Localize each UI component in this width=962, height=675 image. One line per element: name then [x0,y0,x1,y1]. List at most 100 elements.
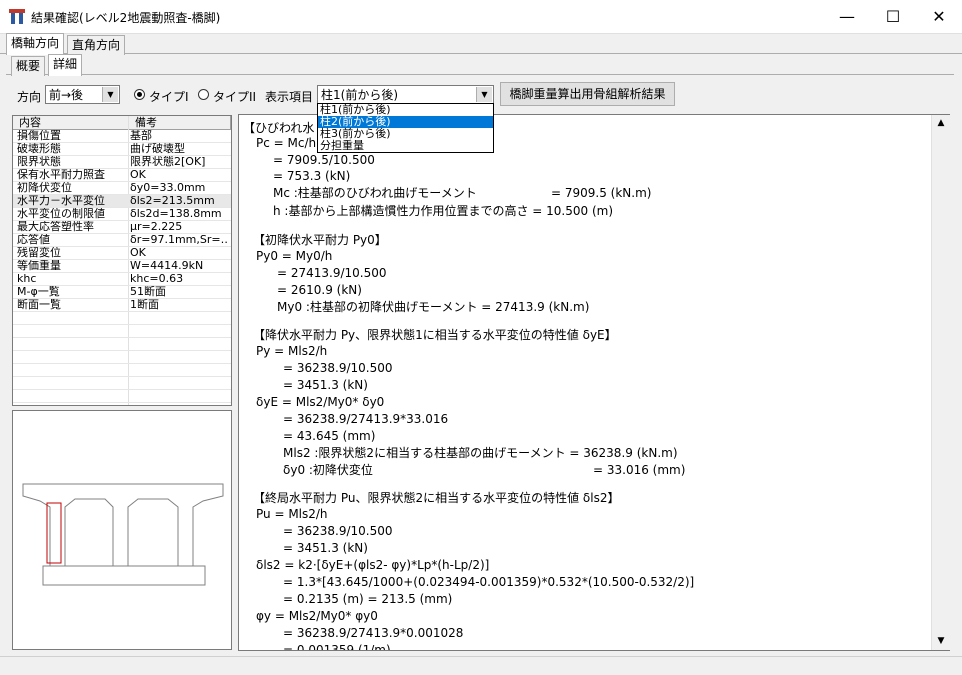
direction-label: 方向 [17,90,42,104]
table-row-empty[interactable] [13,390,231,403]
report-line: 【終局水平耐力 Pu、限界状態2に相当する水平変位の特性値 δls2】 [253,491,620,505]
grid-header-remarks[interactable]: 備考 [129,116,231,130]
table-cell-content: 損傷位置 [17,130,61,142]
result-grid[interactable]: 内容 備考 損傷位置 基部 破壊形態 曲げ破壊型 限界状態 限界状態2[OK] 保有水平耐力… [12,115,232,406]
table-row-empty[interactable] [13,325,231,338]
table-row[interactable]: 水平力－水平変位 δls2=213.5mm [13,195,231,208]
table-cell-remarks: δr=97.1mm,Sr=… [130,234,229,246]
display-item-select[interactable]: 柱1(前から後) ▼ [317,85,494,104]
report-line: h :基部から上部構造慣性力作用位置までの高さ = 10.500 (m) [273,204,614,218]
table-cell-remarks: δls2d=138.8mm [130,208,222,220]
report-line: = 753.3 (kN) [273,169,351,183]
report-line: = 7909.5 (kN.m) [551,186,652,200]
frame-analysis-button[interactable]: 橋脚重量算出用骨組解析結果 [500,82,675,106]
tab-summary[interactable]: 概要 [11,56,46,76]
direction-select[interactable]: 前→後 ▼ [45,85,120,104]
table-row[interactable]: 最大応答塑性率 μr=2.225 [13,221,231,234]
table-cell-content: 保有水平耐力照査 [17,169,105,181]
tab-perpendicular[interactable]: 直角方向 [67,35,126,55]
report-line: 【初降伏水平耐力 Py0】 [253,233,387,247]
report-line: = 3451.3 (kN) [283,541,368,555]
table-cell-content: khc [17,273,37,285]
table-cell-remarks: μr=2.225 [130,221,183,233]
display-item-value: 柱1(前から後) [321,88,398,102]
table-cell-remarks: 1断面 [130,299,159,311]
report-line: = 36238.9/10.500 [283,524,393,538]
table-row[interactable]: khc khc=0.63 [13,273,231,286]
table-cell-content: 水平変位の制限値 [17,208,105,220]
title-bar: 結果確認(レベル2地震動照査-橋脚) — ☐ ✕ [0,0,962,34]
table-cell-remarks: OK [130,169,146,181]
display-item-dropdown[interactable]: 柱1(前から後) 柱2(前から後) 柱3(前から後) 分担重量 [317,103,494,153]
status-bar [0,656,962,675]
table-row[interactable]: 初降伏変位 δy0=33.0mm [13,182,231,195]
report-line: My0 :柱基部の初降伏曲げモーメント = 27413.9 (kN.m) [277,300,590,314]
table-row[interactable]: 水平変位の制限値 δls2d=138.8mm [13,208,231,221]
table-row-empty[interactable] [13,377,231,390]
table-cell-content: M-φ一覧 [17,286,60,298]
table-row-empty[interactable] [13,338,231,351]
close-button[interactable]: ✕ [916,0,962,33]
report-line: δy0 :初降伏変位 [283,463,373,477]
report-line: = 7909.5/10.500 [273,153,375,167]
tab-detail[interactable]: 詳細 [48,54,83,76]
table-row[interactable]: 限界状態 限界状態2[OK] [13,156,231,169]
report-line: = 2610.9 (kN) [277,283,362,297]
report-line: = 33.016 (mm) [593,463,686,477]
report-line: Py = Mls2/h [256,344,328,358]
chevron-down-icon: ▼ [102,87,118,102]
grid-header-content[interactable]: 内容 [13,116,129,130]
tab-bridge-axis[interactable]: 橋軸方向 [6,33,65,55]
table-row[interactable]: 等価重量 W=4414.9kN [13,260,231,273]
report-line: = 0.2135 (m) = 213.5 (mm) [283,592,453,606]
table-row-empty[interactable] [13,351,231,364]
table-row[interactable]: M-φ一覧 51断面 [13,286,231,299]
dropdown-option[interactable]: 分担重量 [318,140,493,152]
report-line: Py0 = My0/h [256,249,333,263]
report-line: 【ひびわれ水 [243,121,315,135]
window-title: 結果確認(レベル2地震動照査-橋脚) [31,11,221,25]
report-line: Pc = Mc/h [256,136,317,150]
table-cell-remarks: 限界状態2[OK] [130,156,206,168]
table-cell-remarks: W=4414.9kN [130,260,204,272]
report-line: δyE = Mls2/My0* δy0 [256,395,385,409]
report-line: = 36238.9/10.500 [283,361,393,375]
report-line: = 27413.9/10.500 [277,266,387,280]
report-line: = 36238.9/27413.9*0.001028 [283,626,464,640]
table-row[interactable]: 保有水平耐力照査 OK [13,169,231,182]
scroll-down-icon[interactable]: ▼ [932,633,950,650]
minimize-button[interactable]: — [824,0,870,33]
table-row[interactable]: 残留変位 OK [13,247,231,260]
pier-drawing [22,483,224,586]
table-cell-content: 等価重量 [17,260,61,272]
report-scrollbar[interactable]: ▲ ▼ [931,115,950,650]
subtab-strip-border [6,74,954,75]
table-cell-content: 初降伏変位 [17,182,72,194]
table-row[interactable]: 破壊形態 曲げ破壊型 [13,143,231,156]
report-line: = 36238.9/27413.9*33.016 [283,412,449,426]
table-cell-remarks: δls2=213.5mm [130,195,215,207]
report-line: Mc :柱基部のひびわれ曲げモーメント [273,186,477,200]
scroll-up-icon[interactable]: ▲ [932,115,950,132]
table-cell-remarks: 51断面 [130,286,166,298]
report-line: = 3451.3 (kN) [283,378,368,392]
table-row[interactable]: 損傷位置 基部 [13,130,231,143]
table-row-empty[interactable] [13,364,231,377]
type2-radio[interactable] [198,89,209,100]
table-cell-content: 水平力－水平変位 [17,195,105,207]
type2-label: タイプII [213,90,257,104]
table-cell-remarks: 曲げ破壊型 [130,143,185,155]
table-cell-content: 残留変位 [17,247,61,259]
maximize-button[interactable]: ☐ [870,0,916,33]
table-cell-remarks: khc=0.63 [130,273,184,285]
report-line: φy = Mls2/My0* φy0 [256,609,378,623]
display-item-label: 表示項目 [265,90,314,104]
table-row[interactable]: 断面一覧 1断面 [13,299,231,312]
table-row-empty[interactable] [13,312,231,325]
report-line: = 43.645 (mm) [283,429,376,443]
selected-column-marker [46,502,62,564]
type1-radio[interactable] [134,89,145,100]
report-line: Pu = Mls2/h [256,507,328,521]
table-row[interactable]: 応答値 δr=97.1mm,Sr=… [13,234,231,247]
chevron-down-icon: ▼ [476,87,492,102]
